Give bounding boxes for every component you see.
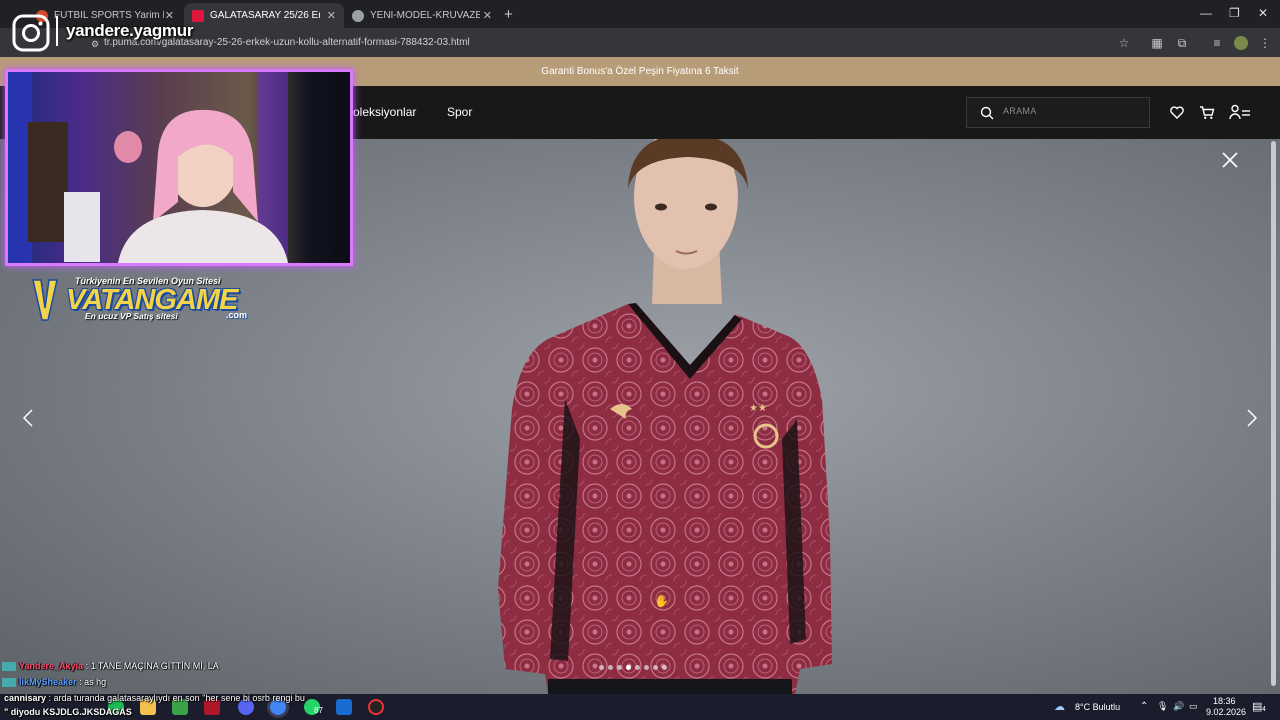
close-icon[interactable]: ✕ [483, 9, 492, 22]
gallery-dot[interactable] [608, 665, 613, 670]
gallery-dot[interactable] [653, 665, 658, 670]
clock-date[interactable]: 9.02.2026 [1206, 707, 1246, 717]
nav-link-sport[interactable]: Spor [447, 105, 472, 119]
chat-message: cannisary : arda turanda galatasaraylıyd… [4, 693, 305, 703]
cart-icon[interactable] [1199, 105, 1215, 120]
streamer-webcam-image [8, 72, 288, 263]
search-box[interactable] [966, 97, 1150, 128]
close-icon[interactable]: ✕ [327, 9, 336, 22]
restore-button[interactable]: ❐ [1229, 6, 1240, 20]
gallery-dot[interactable] [626, 665, 631, 670]
hand-cursor-icon: ✋ [654, 594, 669, 608]
reading-list-icon[interactable]: ≡ [1210, 36, 1224, 50]
notification-icon[interactable]: ▤ [1252, 700, 1262, 713]
profile-avatar-icon[interactable] [1234, 36, 1248, 50]
microphone-icon[interactable]: 🎙 [1157, 701, 1168, 712]
instagram-handle: yandere.yagmur [66, 21, 194, 40]
notification-count: 4 [1262, 706, 1266, 713]
gallery-pagination-dots [599, 665, 667, 670]
divider [56, 16, 58, 46]
volume-icon[interactable]: 🔊 [1173, 701, 1184, 712]
gallery-dot[interactable] [599, 665, 604, 670]
qr-code-icon[interactable]: ▦ [1150, 36, 1164, 50]
tab-title: YENİ-MODEL-KRUVAZE-BOCUK [370, 10, 480, 21]
chat-username: likMySheaker [19, 677, 77, 687]
obs-icon[interactable] [368, 699, 384, 715]
browser-tab-3[interactable]: YENİ-MODEL-KRUVAZE-BOCUK ✕ [344, 3, 500, 28]
chat-username: Yandere_Akyia [19, 661, 84, 671]
chat-badge-icon [2, 662, 16, 672]
browser-tab-2[interactable]: GALATASARAY 25/26 Erkek Uzu ✕ [184, 3, 344, 28]
close-icon[interactable] [1221, 151, 1239, 169]
tab-title: FUTBİL SPORTS Yarim Boğaz Sı [54, 10, 164, 21]
gallery-dot[interactable] [644, 665, 649, 670]
weather-text[interactable]: 8°C Bulutlu [1075, 702, 1120, 712]
search-input[interactable] [1003, 106, 1143, 116]
chat-badge-icon [2, 678, 16, 688]
svg-text:★★: ★★ [749, 403, 767, 414]
vatangame-logo-icon [32, 279, 58, 321]
clock-time[interactable]: 18:36 [1213, 696, 1236, 706]
heart-icon[interactable] [1170, 106, 1184, 119]
search-icon [980, 106, 994, 120]
menu-kebab-icon[interactable]: ⋮ [1258, 36, 1272, 50]
chat-text: : arda turanda galatasaraylıydı en son "… [48, 693, 305, 703]
scrollbar[interactable] [1271, 141, 1276, 686]
window-close-button[interactable]: ✕ [1258, 6, 1268, 20]
chevron-up-icon[interactable]: ⌃ [1140, 701, 1148, 712]
minimize-button[interactable]: — [1200, 6, 1212, 20]
instagram-icon [12, 14, 50, 52]
new-tab-button[interactable]: + [504, 6, 513, 23]
chevron-right-icon[interactable] [1246, 409, 1258, 427]
gallery-dot[interactable] [662, 665, 667, 670]
gallery-dot[interactable] [635, 665, 640, 670]
chat-message-continuation: " diyodu KSJDLG.JKSDAGAS [4, 707, 132, 717]
whatsapp-badge: 87 [314, 706, 323, 715]
chat-username: cannisary [4, 693, 47, 703]
cloud-icon: ☁ [1054, 701, 1065, 713]
webcam-feed [5, 69, 353, 266]
tab-title: GALATASARAY 25/26 Erkek Uzu [210, 10, 320, 21]
network-icon[interactable]: ▭ [1189, 701, 1198, 712]
account-menu-icon[interactable] [1229, 104, 1251, 120]
globe-icon [352, 9, 364, 22]
sponsor-subtitle: En ucuz VP Satış sitesi [85, 311, 178, 321]
app-icon[interactable] [336, 699, 352, 715]
extensions-icon[interactable]: ⧉ [1175, 36, 1189, 50]
bookmark-star-icon[interactable]: ☆ [1117, 36, 1131, 50]
sponsor-domain: .com [226, 310, 248, 320]
chat-message: Yandere_Akyia : 1 TANE MAÇINA GİTTİN Mİ,… [2, 661, 219, 672]
nav-link-collections[interactable]: Koleksiyonlar [345, 105, 416, 119]
chat-text: : as hg [79, 677, 107, 687]
chat-message: likMySheaker : as hg [2, 677, 107, 688]
chat-text: : 1 TANE MAÇINA GİTTİN Mİ, LA [85, 661, 219, 671]
chevron-left-icon[interactable] [22, 409, 34, 427]
puma-favicon-icon [192, 9, 204, 22]
gallery-dot[interactable] [617, 665, 622, 670]
